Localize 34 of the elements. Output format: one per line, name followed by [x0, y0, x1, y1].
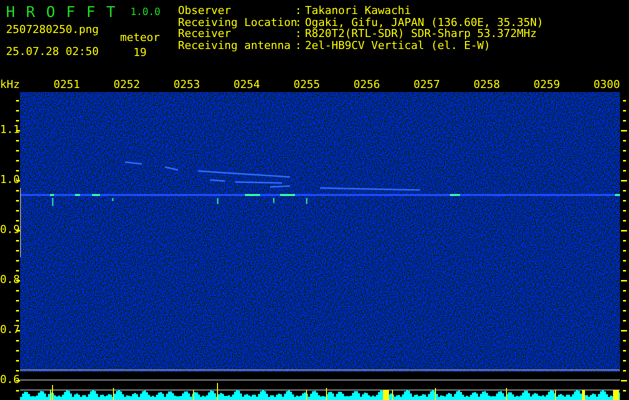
- meteor-label: meteor: [119, 32, 161, 43]
- field-value: R820T2(RTL-SDR) SDR-Sharp 53.372MHz: [305, 28, 537, 40]
- field-value: 2el-HB9CV Vertical (el. E-W): [305, 40, 490, 51]
- field-label: Receiving antenna: [178, 40, 292, 51]
- time-label: 0255: [294, 78, 320, 91]
- app-title: H R O F F T: [6, 5, 116, 20]
- time-label: 0258: [474, 78, 500, 91]
- field-label: Receiving Location: [178, 16, 295, 28]
- axis-label: 0.8: [0, 274, 20, 285]
- axis-label: 0.6: [0, 374, 20, 385]
- axis-label: 0.9: [0, 224, 20, 235]
- unit-label: kHz: [0, 79, 20, 90]
- timestamp-label: 25.07.28 02:50: [6, 46, 100, 57]
- version-label: 1.0.0: [130, 8, 160, 18]
- separator: :: [295, 5, 303, 16]
- separator: :: [295, 40, 303, 51]
- time-label: 0251: [54, 78, 80, 91]
- field-value: Takanori Kawachi: [305, 5, 411, 16]
- separator: :: [295, 16, 303, 28]
- filename-label: 2507280250.png: [6, 24, 100, 35]
- separator: :: [295, 28, 303, 40]
- axis-label: 0.7: [0, 324, 20, 335]
- time-label: 0253: [174, 78, 200, 91]
- meteor-count: 19: [132, 47, 148, 58]
- time-label: 0259: [534, 78, 560, 91]
- field-label: Observer: [178, 5, 232, 16]
- time-label: 0257: [414, 78, 440, 91]
- field-value: Ogaki, Gifu, JAPAN (136.60E, 35.35N): [305, 16, 544, 28]
- time-label: 0256: [354, 78, 380, 91]
- time-label: 0252: [114, 78, 140, 91]
- field-label: Receiver: [178, 28, 231, 40]
- time-label: 0300: [594, 78, 620, 91]
- time-label: 0254: [234, 78, 260, 91]
- axis-label: 1.0: [0, 174, 20, 185]
